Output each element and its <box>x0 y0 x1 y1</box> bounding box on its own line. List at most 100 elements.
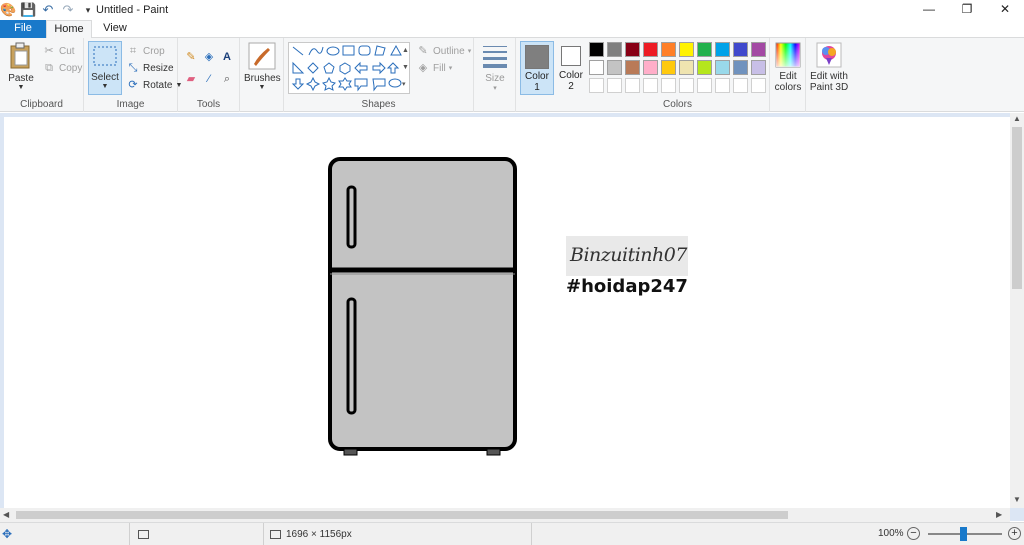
text-tool-icon[interactable]: A <box>220 50 234 64</box>
fill-label: Fill <box>433 62 446 74</box>
color-swatch[interactable] <box>697 60 712 75</box>
redo-icon[interactable]: ↷ <box>60 2 76 18</box>
rotate-label: Rotate <box>143 79 173 91</box>
brushes-button[interactable]: Brushes ▼ <box>244 42 281 91</box>
zoom-slider-thumb[interactable] <box>960 527 967 541</box>
size-group: Size ▾ <box>474 38 516 112</box>
save-icon[interactable]: 💾 <box>20 2 36 18</box>
color2-button[interactable]: Color 2 <box>556 41 586 95</box>
custom-color-slot[interactable] <box>625 78 640 93</box>
color-swatch[interactable] <box>751 42 766 57</box>
undo-icon[interactable]: ↶ <box>40 2 56 18</box>
customize-toolbar-icon[interactable]: ▾ <box>80 5 96 16</box>
crop-button[interactable]: ⌗ Crop <box>126 44 165 58</box>
zoom-out-icon[interactable]: − <box>907 527 920 540</box>
scroll-down-icon[interactable]: ▼ <box>1013 495 1021 504</box>
paint3d-icon <box>816 42 842 68</box>
color2-label: Color <box>559 70 583 81</box>
custom-color-slot[interactable] <box>697 78 712 93</box>
color-swatch[interactable] <box>607 60 622 75</box>
window-title: Untitled - Paint <box>96 4 169 16</box>
color-swatch[interactable] <box>715 42 730 57</box>
custom-color-slot[interactable] <box>751 78 766 93</box>
color-swatch[interactable] <box>661 42 676 57</box>
color-swatch[interactable] <box>733 42 748 57</box>
copy-button[interactable]: ⧉ Copy <box>42 61 82 75</box>
tab-home[interactable]: Home <box>46 20 92 39</box>
scroll-up-icon[interactable]: ▲ <box>1013 114 1021 123</box>
image-dimensions: 1696 × 1156px <box>264 523 532 545</box>
clipboard-group: Paste ▼ ✂ Cut ⧉ Copy Clipboard <box>0 38 84 112</box>
color1-button[interactable]: Color 1 <box>520 41 554 95</box>
color-swatch[interactable] <box>625 60 640 75</box>
color-swatch[interactable] <box>661 60 676 75</box>
magnifier-icon[interactable]: ⌕ <box>220 72 234 86</box>
fill-button[interactable]: ◈ Fill ▾ <box>416 61 453 75</box>
color-picker-icon[interactable]: ⁄ <box>202 72 216 86</box>
tab-file[interactable]: File <box>0 20 46 38</box>
refrigerator-drawing <box>328 157 517 456</box>
scroll-left-icon[interactable]: ◀ <box>3 510 9 519</box>
horizontal-scroll-thumb[interactable] <box>16 511 788 519</box>
pencil-icon[interactable]: ✎ <box>184 50 198 64</box>
fill-bucket-icon[interactable]: ◈ <box>202 50 216 64</box>
tab-view[interactable]: View <box>92 20 138 38</box>
resize-button[interactable]: ⤡ Resize <box>126 61 174 75</box>
brushes-dropdown-icon[interactable]: ▼ <box>244 84 280 91</box>
color-swatch[interactable] <box>589 42 604 57</box>
outline-dropdown-icon: ▾ <box>467 48 472 55</box>
drawing-canvas[interactable] <box>4 117 1010 521</box>
edit-colors-label-line1: Edit <box>779 71 797 82</box>
shapes-gallery[interactable] <box>288 42 410 94</box>
edit-colors-group: Edit colors <box>770 38 806 112</box>
paste-button[interactable]: Paste ▼ <box>4 42 38 91</box>
color-swatch[interactable] <box>733 60 748 75</box>
color-swatch[interactable] <box>679 60 694 75</box>
rotate-button[interactable]: ⟳ Rotate ▼ <box>126 78 182 92</box>
color-swatch[interactable] <box>589 60 604 75</box>
image-group-label: Image <box>116 99 145 110</box>
select-dropdown-icon[interactable]: ▼ <box>89 83 121 90</box>
brushes-label: Brushes <box>244 73 281 84</box>
color-swatch[interactable] <box>607 42 622 57</box>
restore-button[interactable]: ❐ <box>948 0 986 20</box>
edit-with-paint3d-button[interactable]: Edit with Paint 3D <box>806 42 852 93</box>
image-dimensions-label: 1696 × 1156px <box>286 528 352 540</box>
custom-color-slot[interactable] <box>643 78 658 93</box>
custom-color-slot[interactable] <box>733 78 748 93</box>
custom-color-slot[interactable] <box>607 78 622 93</box>
close-button[interactable]: ✕ <box>986 0 1024 20</box>
zoom-in-icon[interactable]: + <box>1008 527 1021 540</box>
paste-dropdown-icon[interactable]: ▼ <box>4 84 38 91</box>
edit-colors-button[interactable]: Edit colors <box>771 42 805 93</box>
cut-button[interactable]: ✂ Cut <box>42 44 74 58</box>
vertical-scroll-thumb[interactable] <box>1012 127 1022 289</box>
color-swatch[interactable] <box>751 60 766 75</box>
outline-button[interactable]: ✎ Outline ▾ <box>416 44 471 58</box>
zoom-level: 100% <box>878 528 904 539</box>
size-button[interactable]: Size ▾ <box>478 42 512 92</box>
resize-label: Resize <box>143 62 174 74</box>
eraser-icon[interactable]: ▰ <box>184 72 198 86</box>
crop-icon: ⌗ <box>129 45 137 57</box>
custom-color-slot[interactable] <box>715 78 730 93</box>
shapes-scroll-icon[interactable]: ▲ ▼ ▾ <box>402 42 409 93</box>
color-swatch[interactable] <box>643 42 658 57</box>
custom-color-slot[interactable] <box>661 78 676 93</box>
horizontal-scrollbar[interactable]: ◀ ▶ <box>0 508 1010 522</box>
hashtag-text: #hoidap247 <box>566 276 688 297</box>
color-swatch[interactable] <box>643 60 658 75</box>
minimize-button[interactable]: — <box>910 0 948 20</box>
ribbon-tabs: File Home View ∨ ? <box>0 20 1024 55</box>
tools-group: ✎ ◈ A ▰ ⁄ ⌕ Tools <box>178 38 240 112</box>
custom-color-slot[interactable] <box>589 78 604 93</box>
color-swatch[interactable] <box>697 42 712 57</box>
select-button[interactable]: Select ▼ <box>88 41 122 95</box>
color-swatch[interactable] <box>715 60 730 75</box>
vertical-scrollbar[interactable]: ▲ ▼ <box>1010 113 1024 508</box>
color-swatch[interactable] <box>679 42 694 57</box>
fill-icon: ◈ <box>418 62 428 74</box>
color-swatch[interactable] <box>625 42 640 57</box>
custom-color-slot[interactable] <box>679 78 694 93</box>
scroll-right-icon[interactable]: ▶ <box>996 510 1002 519</box>
